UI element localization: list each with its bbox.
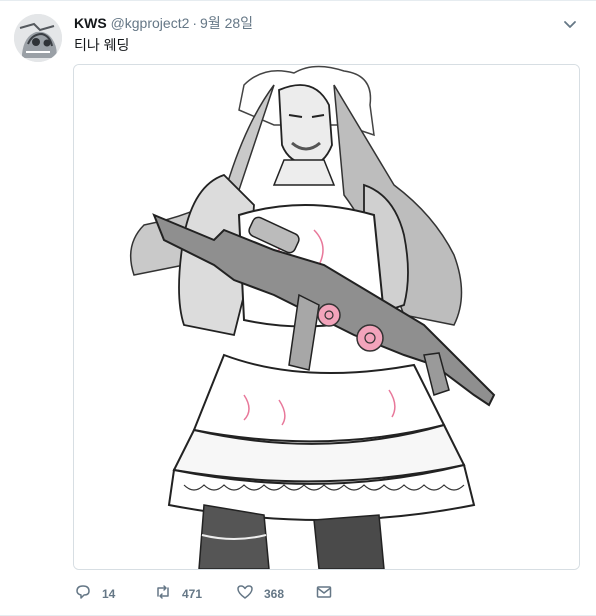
tweet-actions: 14 471 368 [74, 582, 514, 606]
like-button[interactable]: 368 [236, 582, 284, 606]
heart-icon [236, 583, 254, 606]
envelope-icon [315, 583, 333, 606]
reply-icon [74, 583, 92, 606]
tweet-image[interactable] [73, 64, 580, 570]
separator-dot: · [192, 15, 198, 31]
retweet-button[interactable]: 471 [154, 582, 202, 606]
tweet-date[interactable]: 9월 28일 [200, 15, 253, 31]
retweet-icon [154, 583, 172, 606]
reply-count: 14 [102, 587, 116, 601]
message-button[interactable] [315, 582, 333, 606]
divider [0, 0, 596, 1]
like-count: 368 [264, 587, 285, 601]
avatar[interactable] [14, 14, 62, 62]
author-handle[interactable]: @kgproject2 [111, 15, 190, 31]
retweet-count: 471 [182, 587, 203, 601]
reply-button[interactable]: 14 [74, 582, 115, 606]
tweet-header: KWS @kgproject2 · 9월 28일 [74, 13, 253, 33]
chevron-down-icon[interactable] [562, 16, 578, 32]
tweet: KWS @kgproject2 · 9월 28일 티나 웨딩 14 471 36… [0, 0, 596, 616]
author-name[interactable]: KWS [74, 15, 107, 31]
tweet-text: 티나 웨딩 [74, 37, 130, 53]
